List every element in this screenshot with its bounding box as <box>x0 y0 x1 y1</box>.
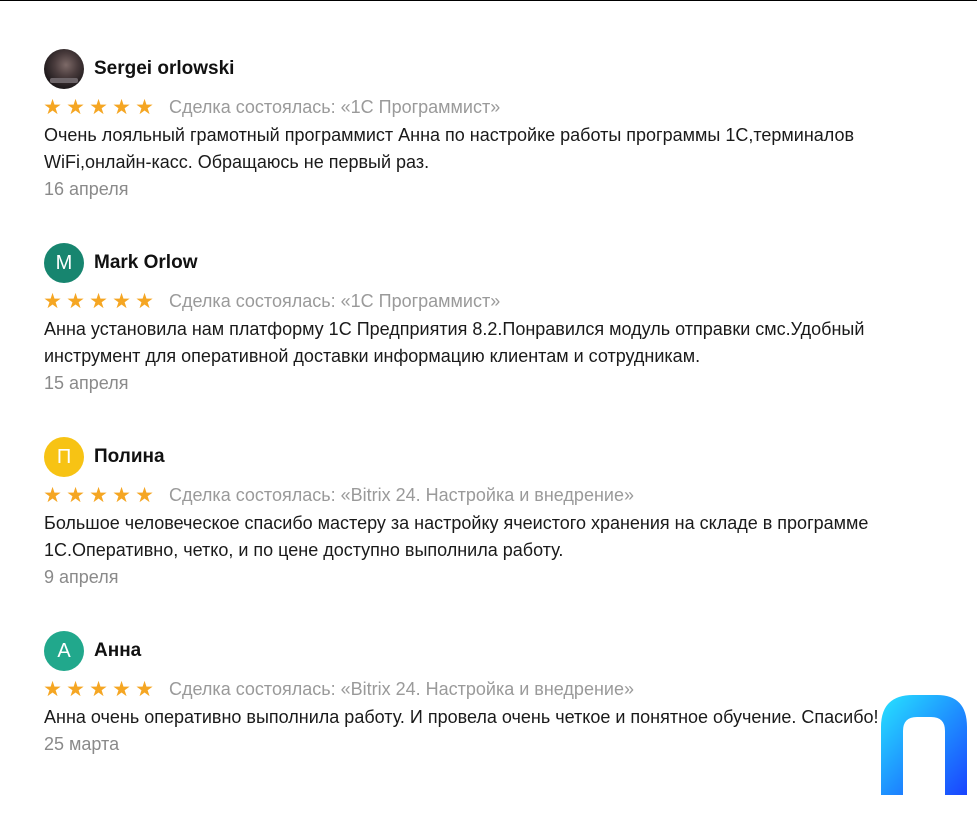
review-meta: ★ ★ ★ ★ ★ Сделка состоялась: «Bitrix 24. Нас… <box>42 676 924 702</box>
avatar[interactable]: П <box>44 437 84 477</box>
star-icon: ★ <box>89 289 108 313</box>
reviews-list: Sergei orlowski ★ ★ ★ ★ ★ Сделка состоялась:… <box>42 48 924 824</box>
star-icon: ★ <box>112 677 131 701</box>
review-header: П Полина <box>44 436 924 478</box>
review-meta: ★ ★ ★ ★ ★ Сделка состоялась: «1С Программист… <box>42 94 924 120</box>
review-text: Большое человеческое спасибо мастеру за … <box>44 513 869 560</box>
star-icon: ★ <box>66 677 85 701</box>
review-text: Очень лояльный грамотный программист Анн… <box>44 125 855 172</box>
review-text: Анна очень оперативно выполнила работу. … <box>44 707 879 727</box>
review-date: 9 апреля <box>44 567 119 587</box>
review-date: 15 апреля <box>44 373 129 393</box>
star-icon: ★ <box>112 483 131 507</box>
star-icon: ★ <box>66 289 85 313</box>
star-icon: ★ <box>43 677 62 701</box>
review-text: Анна установила нам платформу 1С Предпри… <box>44 319 865 366</box>
review-header: M Mark Orlow <box>44 242 924 284</box>
star-icon: ★ <box>66 95 85 119</box>
deal-label: Сделка состоялась: «Bitrix 24. Настройка… <box>169 484 634 505</box>
review-date: 25 марта <box>44 734 120 754</box>
star-icon: ★ <box>135 95 154 119</box>
star-icon: ★ <box>135 677 154 701</box>
star-icon: ★ <box>43 289 62 313</box>
rating-stars: ★ ★ ★ ★ ★ <box>42 291 155 312</box>
rating-stars: ★ ★ ★ ★ ★ <box>42 97 155 118</box>
star-icon: ★ <box>89 677 108 701</box>
avatar[interactable]: M <box>44 243 84 283</box>
review-meta: ★ ★ ★ ★ ★ Сделка состоялась: «1С Программист… <box>42 288 924 314</box>
review-header: А Анна <box>44 630 924 672</box>
star-icon: ★ <box>89 483 108 507</box>
review-item: А Анна ★ ★ ★ ★ ★ Сделка состоялась: «Bitrix … <box>42 630 924 824</box>
star-icon: ★ <box>135 289 154 313</box>
avatar-letter: А <box>57 639 71 662</box>
rating-stars: ★ ★ ★ ★ ★ <box>42 679 155 700</box>
rating-stars: ★ ★ ★ ★ ★ <box>42 485 155 506</box>
deal-label: Сделка состоялась: «Bitrix 24. Настройка… <box>169 678 634 699</box>
avatar[interactable] <box>44 49 84 89</box>
star-icon: ★ <box>43 95 62 119</box>
star-icon: ★ <box>135 483 154 507</box>
author-name[interactable]: Полина <box>94 446 165 468</box>
review-item: Sergei orlowski ★ ★ ★ ★ ★ Сделка состоялась:… <box>42 48 924 242</box>
avatar-letter: M <box>55 251 73 274</box>
author-name[interactable]: Анна <box>94 640 141 662</box>
deal-label: Сделка состоялась: «1С Программист» <box>169 96 501 117</box>
star-icon: ★ <box>112 95 131 119</box>
review-header: Sergei orlowski <box>44 48 924 90</box>
star-icon: ★ <box>112 289 131 313</box>
author-name[interactable]: Sergei orlowski <box>94 58 234 80</box>
review-item: M Mark Orlow ★ ★ ★ ★ ★ Сделка состоялась: «1… <box>42 242 924 436</box>
star-icon: ★ <box>43 483 62 507</box>
author-name[interactable]: Mark Orlow <box>94 252 197 274</box>
avatar-letter: П <box>56 445 72 468</box>
deal-label: Сделка состоялась: «1С Программист» <box>169 290 501 311</box>
star-icon: ★ <box>66 483 85 507</box>
review-item: П Полина ★ ★ ★ ★ ★ Сделка состоялась: «Bitri… <box>42 436 924 630</box>
brand-logo-icon <box>881 695 967 795</box>
review-meta: ★ ★ ★ ★ ★ Сделка состоялась: «Bitrix 24. Нас… <box>42 482 924 508</box>
star-icon: ★ <box>89 95 108 119</box>
avatar[interactable]: А <box>44 631 84 671</box>
review-date: 16 апреля <box>44 179 129 199</box>
